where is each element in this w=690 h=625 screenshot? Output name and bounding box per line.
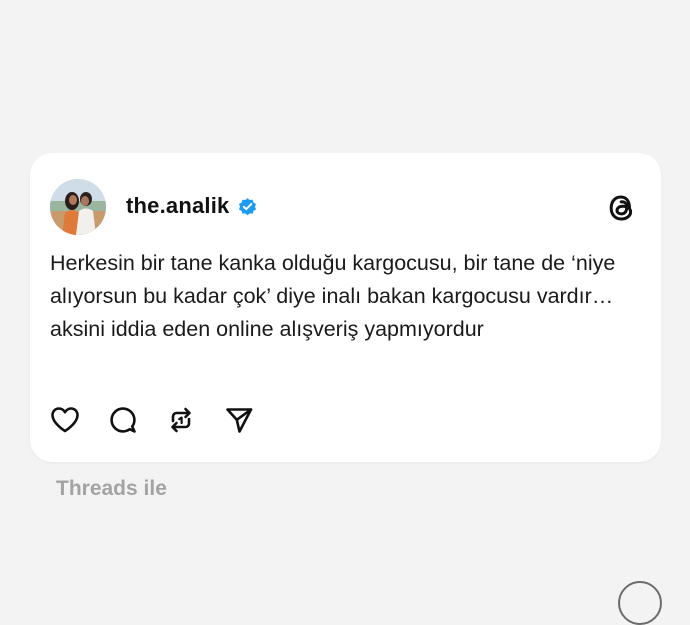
post-card: the.analik Herkesin bir tane kanka olduğ… — [30, 153, 661, 462]
post-header: the.analik — [126, 193, 258, 219]
partial-circle-icon — [618, 581, 662, 625]
verified-badge-icon — [239, 197, 257, 215]
repost-icon — [171, 407, 191, 433]
post-actions — [48, 403, 256, 437]
like-button[interactable] — [48, 403, 82, 437]
username[interactable]: the.analik — [126, 193, 229, 219]
heart-icon — [51, 407, 79, 433]
post-text: Herkesin bir tane kanka olduğu kargocusu… — [50, 251, 616, 341]
comment-icon — [110, 407, 136, 433]
avatar[interactable] — [50, 179, 106, 235]
send-icon — [226, 408, 253, 433]
repost-button[interactable] — [164, 403, 198, 437]
threads-attribution: Threads ile — [56, 477, 167, 500]
comment-button[interactable] — [106, 403, 140, 437]
share-button[interactable] — [222, 403, 256, 437]
avatar-image — [50, 179, 106, 235]
threads-logo-icon[interactable] — [605, 191, 639, 225]
